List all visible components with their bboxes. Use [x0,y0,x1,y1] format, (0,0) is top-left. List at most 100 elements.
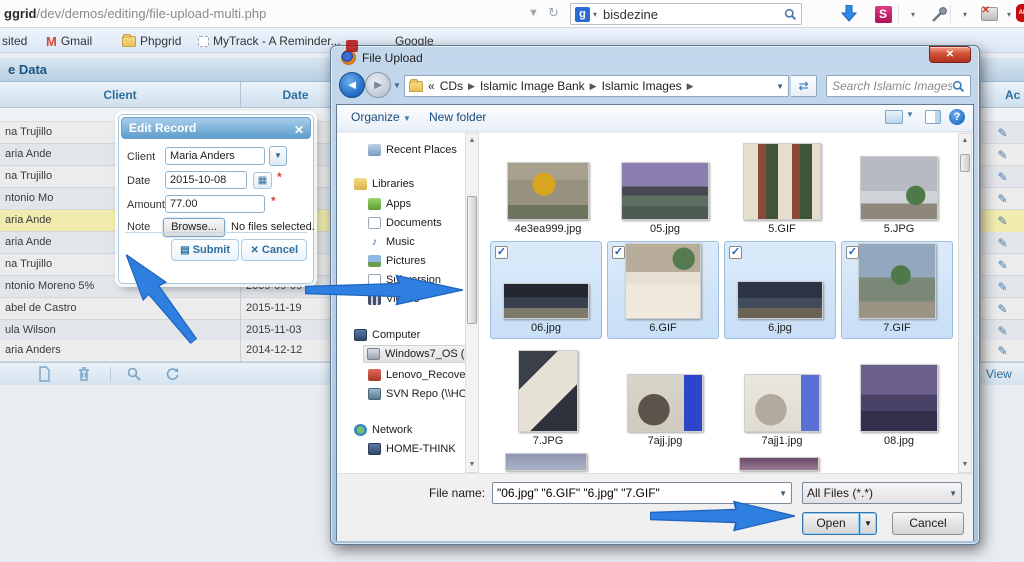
edit-pencil-icon[interactable]: ✎ [997,258,1007,272]
edit-row-cell[interactable]: ✎ [980,298,1024,320]
search-input[interactable] [603,7,784,22]
edit-row-cell[interactable]: ✎ [980,320,1024,342]
edit-pencil-icon[interactable]: ✎ [997,302,1007,316]
search-magnifier-icon[interactable] [784,8,797,21]
history-dropdown-icon[interactable]: ▼ [393,81,401,90]
client-field[interactable] [165,147,265,165]
browser-search-field[interactable]: g ▾ [570,3,802,25]
breadcrumb[interactable]: « CDs▶ Islamic Image Bank▶ Islamic Image… [404,75,789,97]
file-item-selected[interactable]: ✓7.GIF [841,241,953,339]
file-item[interactable]: 5.JPG [843,143,955,235]
image-blocker-icon[interactable] [978,3,1000,25]
breadcrumb-cds[interactable]: CDs [440,79,463,93]
file-item-selected[interactable]: ✓6.jpg [724,241,836,339]
edit-row-cell[interactable]: ✎ [980,166,1024,188]
edit-pencil-icon[interactable]: ✎ [997,192,1007,206]
edit-dialog-titlebar[interactable]: Edit Record ✕ [121,117,311,139]
file-item[interactable]: 5.GIF [726,143,838,235]
file-item[interactable]: 08.jpg [843,347,955,447]
breadcrumb-prefix[interactable]: « [428,79,435,93]
close-icon[interactable]: ✕ [294,120,304,140]
client-dropdown-icon[interactable]: ▼ [269,146,287,166]
bookmark-mytrack[interactable]: MyTrack - A Reminder... [198,33,341,49]
add-record-icon[interactable] [36,366,52,382]
checkbox-checked-icon[interactable]: ✓ [846,246,859,259]
amount-field[interactable] [165,195,265,213]
search-engine-icon[interactable]: g [575,7,590,22]
delete-record-icon[interactable] [76,366,92,382]
date-field[interactable] [165,171,247,189]
file-item[interactable]: 7ajj1.jpg [726,347,838,447]
edit-pencil-icon[interactable]: ✎ [997,126,1007,140]
sidebar-item-recent-places[interactable]: Recent Places [365,141,460,159]
sidebar-item-music[interactable]: ♪Music [365,233,418,251]
search-engine-dropdown-icon[interactable]: ▾ [593,10,597,19]
cancel-button[interactable]: ✕ Cancel [241,239,307,261]
sidebar-item-apps[interactable]: Apps [365,195,414,213]
edit-pencil-icon[interactable]: ✎ [997,236,1007,250]
browse-button[interactable]: Browse... [163,218,225,237]
close-window-button[interactable]: ✕ [929,46,971,63]
chevron-right-icon[interactable]: ▶ [590,81,597,92]
sidebar-item-svn-repo[interactable]: SVN Repo (\\HOI [365,385,473,403]
back-button[interactable]: ◄ [339,72,365,98]
new-folder-button[interactable]: New folder [429,110,486,124]
edit-pencil-icon[interactable]: ✎ [997,214,1007,228]
colorzilla-eyedropper-icon[interactable] [928,3,950,25]
dialog-search-input[interactable] [832,79,952,93]
grid-col-action[interactable]: Ac [980,82,1024,108]
stylish-icon[interactable]: S [872,3,894,25]
bookmark-most-visited[interactable]: sited [2,33,27,49]
file-item-selected[interactable]: ✓6.GIF [607,241,719,339]
bookmark-gmail[interactable]: MGmail [46,33,92,49]
scroll-up-icon[interactable]: ▲ [466,135,478,147]
help-icon[interactable]: ? [949,109,965,125]
submit-button[interactable]: ▤ Submit [171,239,239,261]
file-list-scrollbar[interactable]: ▲ ▼ [958,133,972,473]
scrollbar-thumb[interactable] [467,196,477,324]
edit-row-cell[interactable]: ✎ [980,232,1024,254]
edit-row-cell[interactable]: ✎ [980,254,1024,276]
calendar-icon[interactable]: ▦ [253,172,272,189]
file-type-combobox[interactable]: All Files (*.*) ▼ [802,482,962,504]
forward-button[interactable]: ► [365,72,391,98]
url-text[interactable]: ggrid/dev/demos/editing/file-upload-mult… [4,6,266,21]
refresh-icon[interactable]: ⇄ [791,75,817,97]
eyedropper-dropdown-icon[interactable]: ▾ [954,3,976,25]
scroll-up-icon[interactable]: ▲ [959,135,971,147]
dialog-search-box[interactable] [826,75,971,97]
checkbox-checked-icon[interactable]: ✓ [612,246,625,259]
download-icon[interactable] [838,3,860,25]
file-name-dropdown-icon[interactable]: ▼ [779,489,787,498]
edit-row-cell[interactable]: ✎ [980,276,1024,298]
bookmark-phpgrid[interactable]: Phpgrid [122,33,181,49]
sidebar-item-windows7-os[interactable]: Windows7_OS (C [363,345,476,363]
edit-pencil-icon[interactable]: ✎ [997,170,1007,184]
search-records-icon[interactable] [126,366,142,382]
breadcrumb-dropdown-icon[interactable]: ▼ [776,82,784,91]
views-icon[interactable] [885,110,903,124]
file-upload-titlebar[interactable]: File Upload [341,50,423,65]
open-dropdown-icon[interactable]: ▼ [860,512,877,535]
scroll-down-icon[interactable]: ▼ [959,459,971,471]
breadcrumb-islamic-images[interactable]: Islamic Images [602,79,682,93]
edit-row-cell[interactable]: ✎ [980,122,1024,144]
file-item[interactable]: 7ajj.jpg [609,347,721,447]
checkbox-checked-icon[interactable]: ✓ [729,246,742,259]
file-item[interactable]: 7.JPG [492,347,604,447]
organize-menu[interactable]: Organize ▼ [351,110,411,124]
edit-pencil-icon[interactable]: ✎ [997,280,1007,294]
stylish-dropdown-icon[interactable]: ▾ [902,3,924,25]
checkbox-checked-icon[interactable]: ✓ [495,246,508,259]
edit-row-cell[interactable]: ✎ [980,188,1024,210]
views-dropdown-icon[interactable]: ▼ [906,110,914,119]
partial-thumbnail-image[interactable] [505,453,587,471]
file-type-dropdown-icon[interactable]: ▼ [949,489,957,498]
sidebar-item-home-think[interactable]: HOME-THINK [365,440,459,458]
grid-col-client[interactable]: Client [0,82,240,108]
scrollbar-thumb[interactable] [960,154,970,172]
edit-pencil-icon[interactable]: ✎ [997,324,1007,338]
cancel-button[interactable]: Cancel [892,512,964,535]
sidebar-item-libraries[interactable]: Libraries [351,175,417,193]
reload-grid-icon[interactable] [164,366,180,382]
